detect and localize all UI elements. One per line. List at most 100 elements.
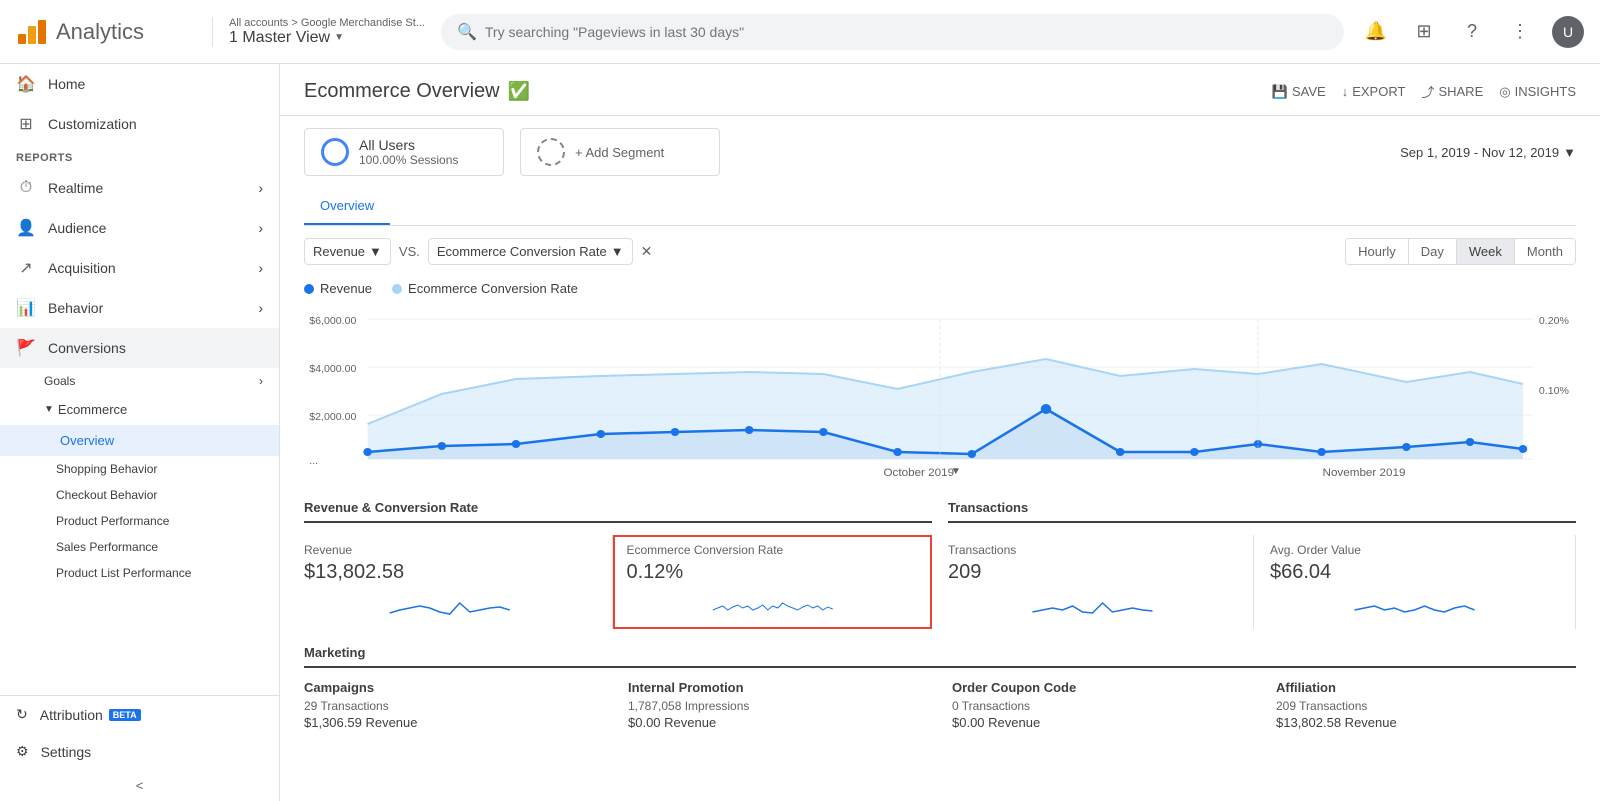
tab-overview[interactable]: Overview [304, 188, 390, 225]
export-button[interactable]: ↓ EXPORT [1342, 84, 1406, 99]
audience-icon: 👤 [16, 218, 36, 238]
search-bar[interactable]: 🔍 [441, 14, 1344, 50]
sidebar-item-customization[interactable]: ⊞ Customization [0, 104, 279, 144]
campaigns-title: Campaigns [304, 680, 604, 695]
date-range-picker[interactable]: Sep 1, 2019 - Nov 12, 2019 ▼ [1400, 145, 1576, 160]
sidebar-sub-product-list[interactable]: Product List Performance [0, 560, 279, 586]
sidebar-item-audience[interactable]: 👤 Audience › [0, 208, 279, 248]
marketing-campaigns: Campaigns 29 Transactions $1,306.59 Reve… [304, 680, 604, 730]
sidebar-sub-shopping-behavior[interactable]: Shopping Behavior [0, 456, 279, 482]
svg-text:November 2019: November 2019 [1323, 467, 1406, 479]
chart-section: Overview Revenue ▼ VS. Ecommerce Convers… [280, 188, 1600, 484]
content-header: Ecommerce Overview ✅ 💾 SAVE ↓ EXPORT ⤴ S… [280, 64, 1600, 116]
header-actions: 💾 SAVE ↓ EXPORT ⤴ SHARE ◎ INSIGHTS [1272, 82, 1576, 101]
sidebar-item-conversions[interactable]: 🚩 Conversions [0, 328, 279, 368]
revenue-group: Revenue & Conversion Rate Revenue $13,80… [304, 500, 932, 629]
more-options-icon[interactable]: ⋮ [1504, 16, 1536, 48]
save-button[interactable]: 💾 SAVE [1272, 84, 1326, 100]
sidebar-item-realtime[interactable]: ⏱ Realtime › [0, 168, 279, 208]
user-avatar[interactable]: U [1552, 16, 1584, 48]
time-btn-week[interactable]: Week [1457, 239, 1515, 264]
export-icon: ↓ [1342, 84, 1349, 99]
metric1-select[interactable]: Revenue ▼ [304, 238, 391, 265]
marketing-grid: Campaigns 29 Transactions $1,306.59 Reve… [304, 680, 1576, 730]
behavior-arrow: › [258, 300, 263, 316]
account-selector[interactable]: All accounts > Google Merchandise St... … [212, 17, 425, 47]
stat-revenue: Revenue $13,802.58 [304, 535, 613, 629]
svg-text:...: ... [309, 456, 318, 467]
sidebar-item-home[interactable]: 🏠 Home [0, 64, 279, 104]
all-users-segment[interactable]: All Users 100.00% Sessions [304, 128, 504, 176]
segment-left: All Users 100.00% Sessions + Add Segment [304, 128, 720, 176]
sidebar-sub-sales-performance[interactable]: Sales Performance [0, 534, 279, 560]
transactions-cards: Transactions 209 Avg. Order Value $66.04 [948, 535, 1576, 629]
search-input[interactable] [485, 24, 1328, 40]
header-icons: 🔔 ⊞ ? ⋮ U [1360, 16, 1584, 48]
share-button[interactable]: ⤴ SHARE [1421, 82, 1483, 101]
sidebar-item-attribution[interactable]: ↻ Attribution BETA [0, 696, 279, 733]
marketing-section: Marketing Campaigns 29 Transactions $1,3… [280, 629, 1600, 746]
account-breadcrumb: All accounts > Google Merchandise St... [229, 17, 425, 29]
conversion-rate-mini-chart [627, 588, 919, 618]
reports-label: REPORTS [0, 144, 279, 168]
sidebar-bottom: ↻ Attribution BETA ⚙ Settings < [0, 695, 279, 801]
apps-icon[interactable]: ⊞ [1408, 16, 1440, 48]
sidebar-sub-product-performance[interactable]: Product Performance [0, 508, 279, 534]
sidebar-collapse-button[interactable]: < [0, 770, 279, 801]
add-segment-circle [537, 138, 565, 166]
transactions-label: Transactions [948, 543, 1237, 557]
add-segment[interactable]: + Add Segment [520, 128, 720, 176]
sidebar-item-behavior[interactable]: 📊 Behavior › [0, 288, 279, 328]
home-icon: 🏠 [16, 74, 36, 94]
time-btn-day[interactable]: Day [1409, 239, 1457, 264]
avg-order-label: Avg. Order Value [1270, 543, 1559, 557]
affiliation-sub: 209 Transactions [1276, 699, 1576, 713]
top-header: Analytics All accounts > Google Merchand… [0, 0, 1600, 64]
revenue-mini-chart [304, 588, 596, 618]
sidebar-item-acquisition[interactable]: ↗ Acquisition › [0, 248, 279, 288]
time-btn-month[interactable]: Month [1515, 239, 1575, 264]
svg-text:$2,000.00: $2,000.00 [309, 412, 356, 423]
affiliation-title: Affiliation [1276, 680, 1576, 695]
metric2-remove[interactable]: ✕ [641, 243, 653, 260]
date-range-arrow: ▼ [1563, 145, 1576, 160]
svg-text:October 2019: October 2019 [883, 467, 954, 479]
account-dropdown-arrow: ▼ [334, 32, 344, 43]
account-view-selector[interactable]: 1 Master View ▼ [229, 29, 425, 47]
chart-legend: Revenue Ecommerce Conversion Rate [304, 277, 1576, 304]
insights-button[interactable]: ◎ INSIGHTS [1499, 84, 1576, 100]
marketing-coupon: Order Coupon Code 0 Transactions $0.00 R… [952, 680, 1252, 730]
sidebar-item-settings[interactable]: ⚙ Settings [0, 733, 279, 770]
page-title-area: Ecommerce Overview ✅ [304, 80, 530, 103]
sidebar-sub-goals[interactable]: Goals › [0, 368, 279, 394]
time-btn-hourly[interactable]: Hourly [1346, 239, 1409, 264]
sidebar-sub-ecommerce[interactable]: ▼ Ecommerce [0, 394, 279, 425]
avg-order-value: $66.04 [1270, 561, 1559, 584]
attribution-label: Attribution BETA [40, 707, 141, 723]
insights-icon: ◎ [1499, 84, 1510, 100]
notifications-icon[interactable]: 🔔 [1360, 16, 1392, 48]
internal-promotion-value: $0.00 Revenue [628, 715, 928, 730]
sidebar: 🏠 Home ⊞ Customization REPORTS ⏱ Realtim… [0, 64, 280, 801]
coupon-title: Order Coupon Code [952, 680, 1252, 695]
revenue-group-title: Revenue & Conversion Rate [304, 500, 932, 523]
time-buttons: Hourly Day Week Month [1345, 238, 1576, 265]
conversion-rate-label: Ecommerce Conversion Rate [627, 543, 919, 557]
sidebar-sub-checkout-behavior[interactable]: Checkout Behavior [0, 482, 279, 508]
segment-bar: All Users 100.00% Sessions + Add Segment… [280, 116, 1600, 188]
legend-conversion-dot [392, 284, 402, 294]
sidebar-sub-overview[interactable]: Overview [0, 425, 279, 456]
chart-controls: Revenue ▼ VS. Ecommerce Conversion Rate … [304, 226, 1576, 277]
avg-order-mini-chart [1270, 588, 1559, 618]
behavior-icon: 📊 [16, 298, 36, 318]
settings-icon: ⚙ [16, 743, 29, 760]
analytics-logo-icon [16, 16, 48, 48]
help-icon[interactable]: ? [1456, 16, 1488, 48]
metric2-select[interactable]: Ecommerce Conversion Rate ▼ [428, 238, 633, 265]
campaigns-value: $1,306.59 Revenue [304, 715, 604, 730]
transactions-group: Transactions Transactions 209 Avg. Order… [948, 500, 1576, 629]
logo-area: Analytics [16, 16, 196, 48]
chart-svg: $6,000.00 $4,000.00 $2,000.00 ... 0.20% … [304, 304, 1576, 484]
revenue-label: Revenue [304, 543, 596, 557]
affiliation-value: $13,802.58 Revenue [1276, 715, 1576, 730]
